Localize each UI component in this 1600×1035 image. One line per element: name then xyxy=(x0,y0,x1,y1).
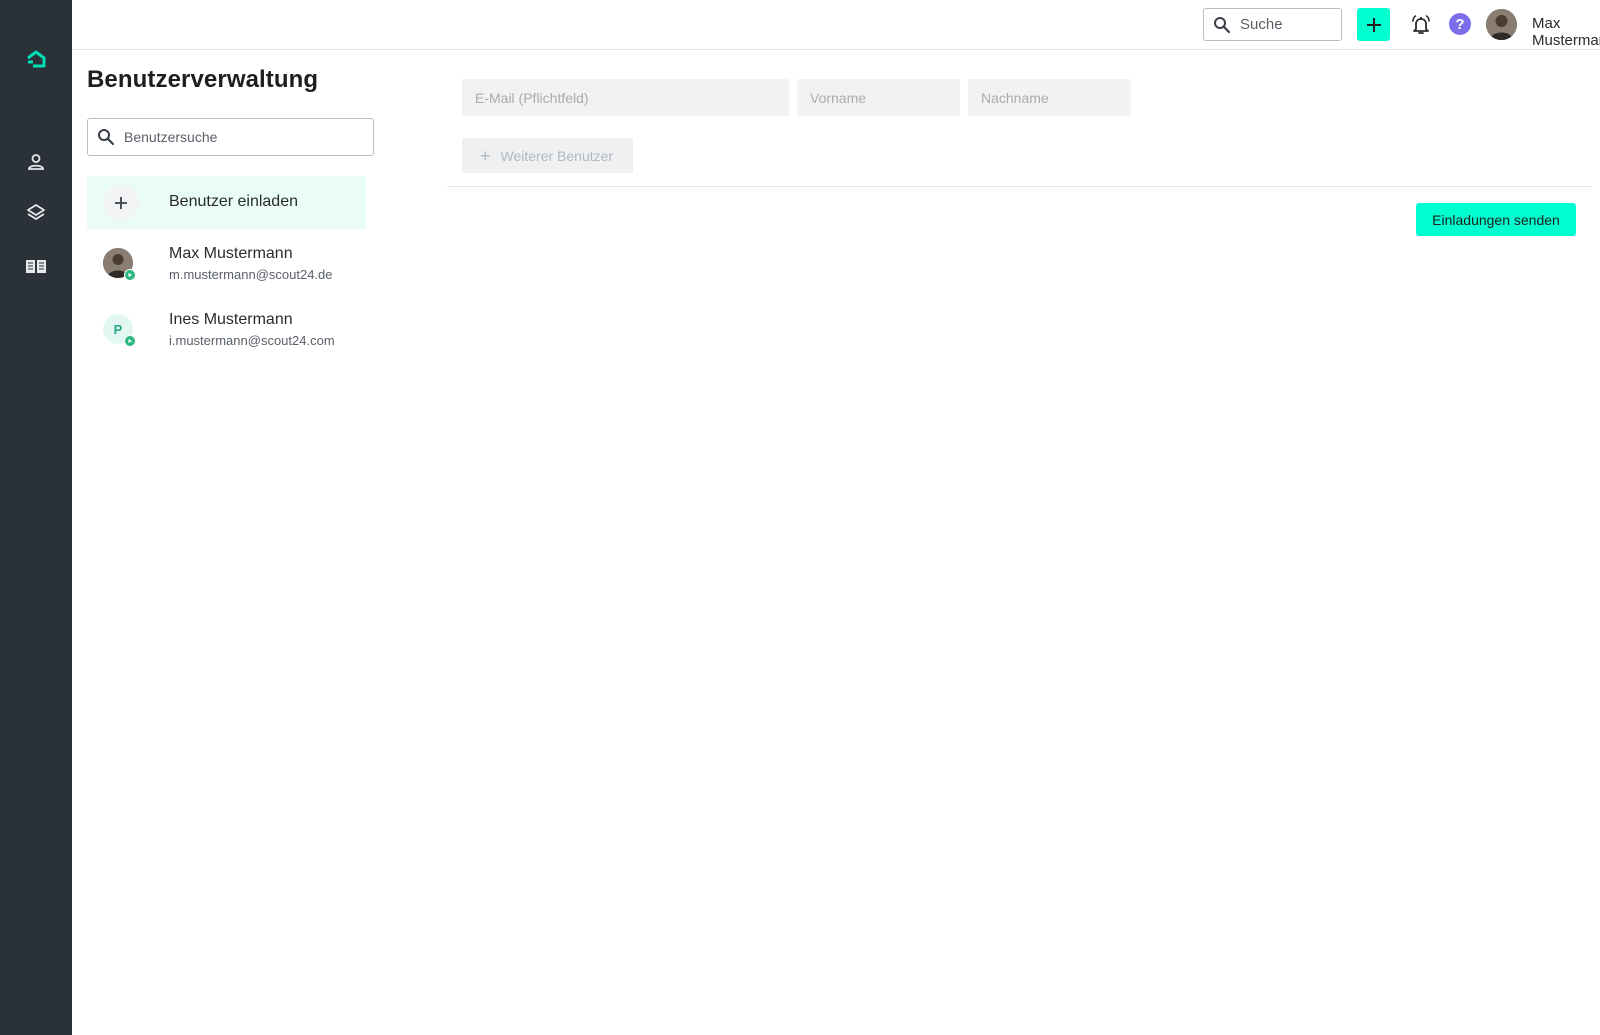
email-input[interactable] xyxy=(462,79,789,116)
user-email: m.mustermann@scout24.de xyxy=(169,267,333,282)
top-bar: ? Max Mustermann xyxy=(72,0,1600,50)
global-search[interactable] xyxy=(1203,8,1342,41)
plus-icon xyxy=(103,185,139,221)
sidebar xyxy=(0,0,72,1035)
list-item[interactable]: P Ines Mustermann i.mustermann@scout24.c… xyxy=(87,306,366,362)
avatar: P xyxy=(103,314,136,347)
add-button[interactable] xyxy=(1357,8,1390,41)
layers-icon[interactable] xyxy=(0,193,72,233)
plus-icon: + xyxy=(480,145,491,166)
user-email: i.mustermann@scout24.com xyxy=(169,333,335,348)
user-name: Max Mustermann xyxy=(169,245,293,262)
firstname-input[interactable] xyxy=(797,79,960,116)
avatar[interactable] xyxy=(1486,9,1517,40)
logo-icon[interactable] xyxy=(0,39,72,79)
avatar xyxy=(103,248,136,281)
lastname-input[interactable] xyxy=(968,79,1131,116)
online-status-icon xyxy=(124,335,136,347)
add-more-users-label: Weiterer Benutzer xyxy=(500,147,614,164)
divider xyxy=(447,186,1591,187)
global-search-input[interactable] xyxy=(1240,9,1338,40)
search-icon xyxy=(1213,16,1231,39)
invite-user-label: Benutzer einladen xyxy=(169,193,298,210)
book-icon[interactable] xyxy=(0,246,72,286)
user-search[interactable] xyxy=(87,118,374,156)
user-icon[interactable] xyxy=(0,142,72,182)
email-field[interactable] xyxy=(462,79,789,116)
invite-user-item[interactable]: Benutzer einladen xyxy=(87,176,366,229)
lastname-field[interactable] xyxy=(968,79,1131,116)
avatar-letter: P xyxy=(113,321,123,337)
user-name[interactable]: Max Mustermann xyxy=(1532,15,1600,49)
user-search-input[interactable] xyxy=(124,119,364,155)
online-status-icon xyxy=(124,269,136,281)
user-name: Ines Mustermann xyxy=(169,311,293,328)
list-item[interactable]: Max Mustermann m.mustermann@scout24.de xyxy=(87,240,366,296)
add-more-users-button[interactable]: + Weiterer Benutzer xyxy=(462,138,633,173)
send-invitations-button[interactable]: Einladungen senden xyxy=(1416,203,1576,236)
firstname-field[interactable] xyxy=(797,79,960,116)
page-title: Benutzerverwaltung xyxy=(87,66,319,93)
notifications-bell-icon[interactable] xyxy=(1407,11,1435,39)
search-icon xyxy=(97,128,115,151)
help-icon[interactable]: ? xyxy=(1449,13,1471,35)
plus-icon xyxy=(1366,17,1381,32)
